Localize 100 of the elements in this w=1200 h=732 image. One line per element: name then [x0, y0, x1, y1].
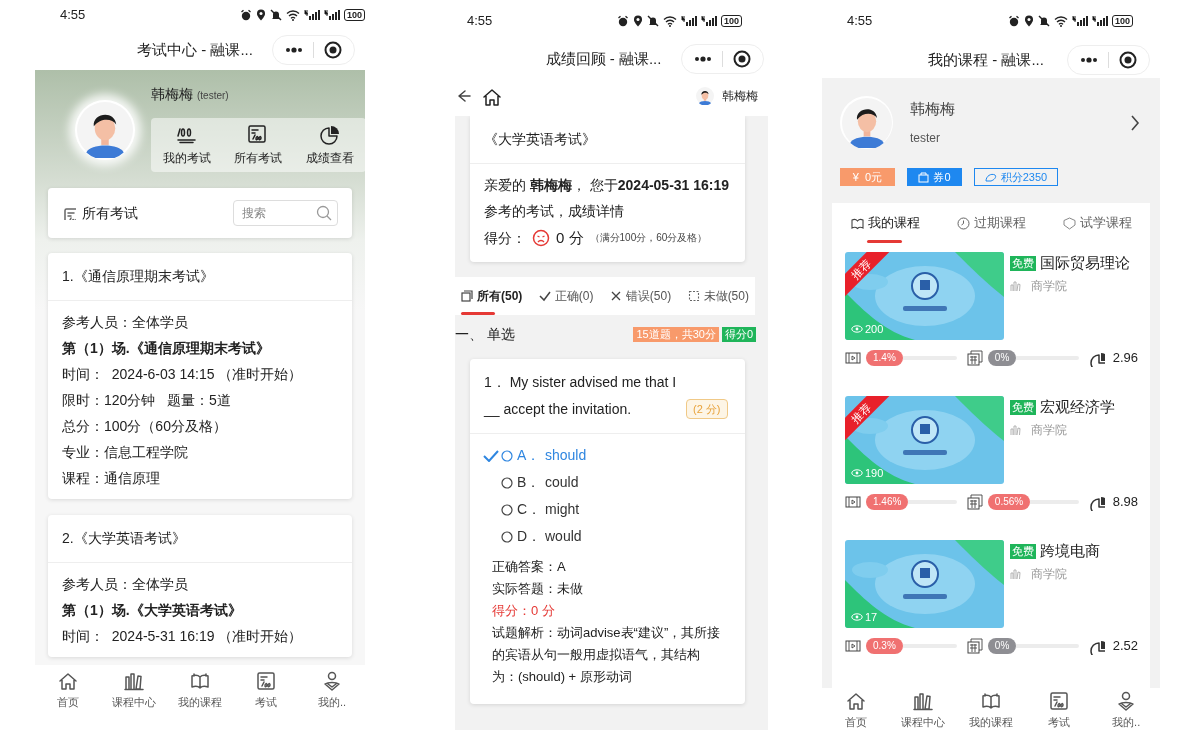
chevron-right-icon[interactable] [1130, 114, 1140, 131]
video-icon [845, 496, 861, 508]
bookshelf-icon [1010, 279, 1023, 292]
tab-bar-item[interactable]: 我的.. [302, 669, 362, 711]
page-title: 考试中心 - 融课... [137, 39, 253, 60]
target-icon[interactable] [1119, 51, 1137, 69]
document-stack-icon [966, 494, 983, 510]
coupon-tag[interactable]: 券0 [907, 168, 962, 186]
progress-pill: 0% [987, 350, 1017, 366]
radio-icon[interactable] [501, 503, 513, 516]
battery-indicator: 100 [720, 15, 742, 27]
user-account: (tester) [197, 89, 229, 103]
check-icon [483, 449, 499, 462]
bell-off-icon [646, 15, 659, 27]
wifi-icon [662, 15, 677, 27]
filter-tab[interactable]: 未做(50) [685, 277, 751, 315]
shortcut-button[interactable]: 成绩查看 [306, 123, 355, 167]
free-tag: 免费 [1010, 255, 1036, 271]
filter-tab[interactable]: 错误(50) [607, 277, 674, 315]
more-icon[interactable] [1080, 57, 1098, 63]
score-note: （满分100分，60分及格） [589, 231, 708, 245]
alarm-icon [239, 9, 252, 21]
home-icon[interactable] [481, 86, 501, 106]
tab-bar-item[interactable]: 课程中心 [104, 669, 164, 711]
signal-icon [1071, 15, 1088, 27]
score-value: 0 分 [556, 228, 584, 248]
search-icon[interactable] [316, 205, 332, 221]
user-name: 韩梅梅 [151, 85, 193, 104]
filter-tab[interactable]: 所有(50) [459, 277, 525, 315]
radio-icon[interactable] [501, 476, 513, 489]
answer-analysis: 试题解析：动词advise表“建议”，其所接的宾语从句一般用虚拟语气，其结构为：(should) + 原形动词 [492, 624, 722, 686]
shortcut-button[interactable]: 我的考试 [162, 123, 211, 167]
option-text: would [545, 527, 582, 546]
college-name: 商学院 [1031, 421, 1067, 439]
free-tag: 免费 [1010, 399, 1036, 415]
clock-icon [956, 216, 970, 230]
video-icon [845, 352, 861, 364]
course-score: 2.52 [1112, 637, 1138, 656]
target-icon[interactable] [324, 41, 342, 59]
course-tab[interactable]: 过期课程 [956, 203, 1026, 243]
score-label: 得分： [484, 229, 526, 248]
tab-bar-item[interactable]: 课程中心 [893, 689, 954, 731]
exam-paper-icon[interactable] [1047, 689, 1070, 712]
document-stack-icon [966, 350, 983, 366]
bell-off-icon [269, 9, 282, 21]
filter-tab[interactable]: 正确(0) [536, 277, 596, 315]
exam-title: 《大学英语考试》 [470, 116, 745, 164]
battery-indicator: 100 [343, 9, 365, 21]
user-icon[interactable] [321, 669, 343, 692]
battery-indicator: 100 [1111, 15, 1133, 27]
status-time: 4:55 [467, 12, 493, 31]
book-icon [850, 216, 864, 230]
view-count: 17 [865, 609, 878, 625]
radio-icon[interactable] [501, 449, 513, 462]
option-text: should [545, 446, 587, 465]
course-title: 宏观经济学 [1040, 397, 1115, 417]
radio-icon[interactable] [501, 530, 513, 543]
exam-title: 2.《大学英语考试》 [48, 515, 352, 563]
college-name: 商学院 [1031, 565, 1067, 583]
course-tab[interactable]: 我的课程 [850, 203, 920, 243]
college-name: 商学院 [1031, 277, 1067, 295]
exam-paper-icon[interactable] [255, 669, 277, 692]
exam-detail: 时间： 2024-6-03 14:15 （准时开始） [62, 365, 304, 384]
exam-detail: 时间： 2024-5-31 16:19 （准时开始） [62, 627, 304, 646]
tab-bar-item[interactable]: 我的.. [1096, 689, 1157, 731]
tab-bar-item[interactable]: 考试 [1028, 689, 1089, 731]
points-tag: (2 分) [686, 399, 728, 419]
tab-bar-item[interactable]: 我的课程 [170, 669, 230, 711]
tab-bar-item[interactable]: 首页 [825, 689, 886, 731]
shortcut-button[interactable]: 所有考试 [234, 123, 283, 167]
status-time: 4:55 [60, 6, 86, 25]
alarm-icon [616, 15, 629, 27]
progress-pill: 0.56% [987, 494, 1031, 510]
summary-tag: 15道题，共30分 [633, 326, 719, 342]
tab-bar-item[interactable]: 考试 [236, 669, 296, 711]
exam-detail: 总分：100分（60分及格） [62, 417, 228, 436]
eye-icon [851, 468, 863, 477]
tab-bar-item[interactable]: 我的课程 [961, 689, 1021, 731]
option-letter: D． [517, 527, 543, 546]
correct-answer: 正确答案：A [492, 558, 567, 576]
video-icon [845, 640, 861, 652]
avatar [696, 87, 714, 105]
course-tab[interactable]: 试学课程 [1062, 203, 1132, 243]
search-field[interactable]: 搜索 [233, 200, 338, 226]
course-title: 跨境电商 [1040, 541, 1100, 561]
course-score: 8.98 [1112, 493, 1138, 512]
question-score: 得分：0 分 [492, 602, 556, 620]
course-score: 2.96 [1112, 349, 1138, 368]
more-icon[interactable] [694, 56, 712, 62]
back-arrow-icon[interactable] [455, 88, 471, 104]
score-tag: 得分0 [721, 326, 756, 342]
document-stack-icon [966, 638, 983, 654]
tab-bar-item[interactable]: 首页 [38, 669, 98, 711]
section-title: 一、 单选 [455, 324, 515, 344]
gift-icon [918, 171, 930, 183]
target-icon[interactable] [733, 50, 751, 68]
free-tag: 免费 [1010, 543, 1036, 559]
dashed-square-icon [687, 290, 700, 302]
more-icon[interactable] [285, 47, 303, 53]
location-icon [632, 15, 643, 27]
